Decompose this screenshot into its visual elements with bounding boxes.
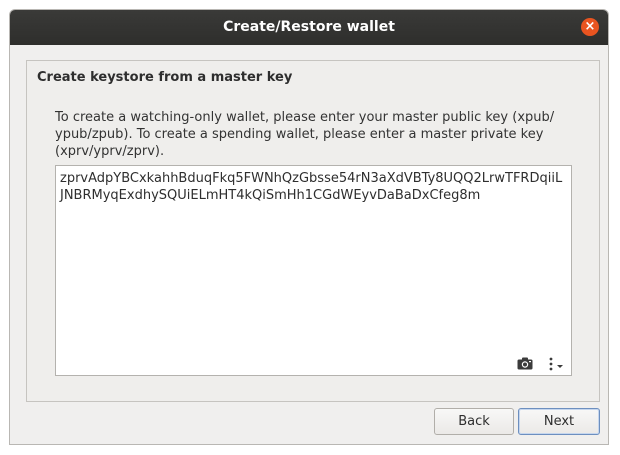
window-title: Create/Restore wallet	[223, 19, 395, 35]
camera-icon[interactable]	[517, 357, 533, 370]
title-bar: Create/Restore wallet ×	[10, 10, 608, 45]
back-button[interactable]: Back	[434, 408, 514, 435]
instructions-text: To create a watching-only wallet, please…	[55, 110, 555, 159]
close-icon: ×	[584, 19, 596, 34]
panel-title: Create keystore from a master key	[37, 70, 293, 85]
master-key-input[interactable]: zprvAdpYBCxkahhBduqFkq5FWNhQzGbsse54rN3a…	[55, 165, 572, 376]
kebab-menu-icon[interactable]	[545, 357, 567, 371]
close-button[interactable]: ×	[581, 18, 599, 36]
master-key-value: zprvAdpYBCxkahhBduqFkq5FWNhQzGbsse54rN3a…	[60, 171, 563, 203]
wallet-dialog: Create/Restore wallet × Create keystore …	[9, 9, 609, 445]
next-button[interactable]: Next	[518, 408, 600, 435]
master-key-panel: Create keystore from a master key To cre…	[26, 60, 600, 402]
